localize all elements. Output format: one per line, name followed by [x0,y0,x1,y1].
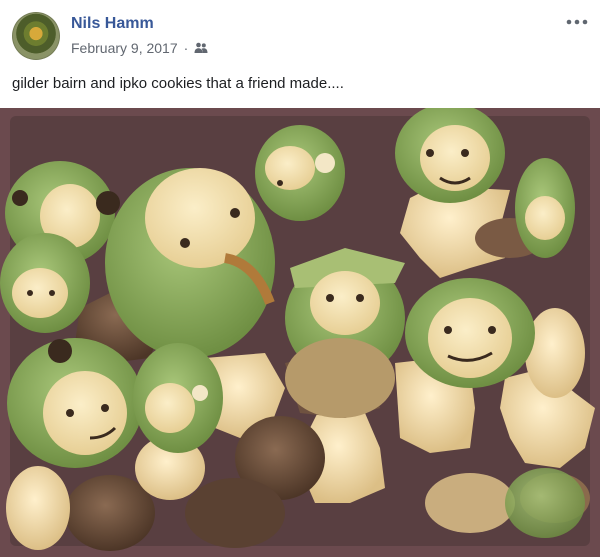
cookie-photo-illustration [0,108,600,557]
post-meta: February 9, 2017 · [71,40,208,56]
meta-separator: · [183,40,189,56]
friends-icon[interactable] [194,42,208,54]
post-photo[interactable] [0,108,600,557]
more-options-icon[interactable] [564,12,590,32]
author-name[interactable]: Nils Hamm [71,15,154,33]
post-caption: gilder bairn and ipko cookies that a fri… [12,75,344,92]
author-avatar[interactable] [12,12,60,60]
post-header: Nils Hamm February 9, 2017 · [0,0,600,66]
post-date[interactable]: February 9, 2017 [71,40,178,56]
